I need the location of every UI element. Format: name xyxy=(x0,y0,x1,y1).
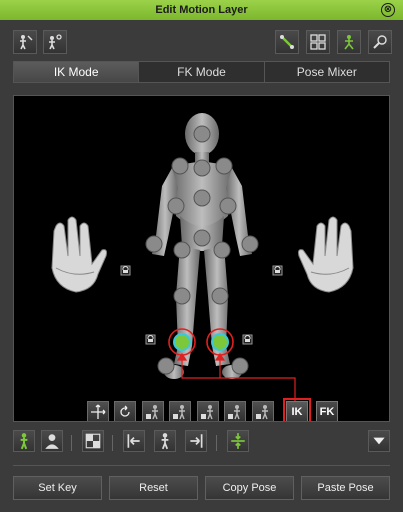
expand-dropdown-button[interactable] xyxy=(368,430,390,452)
lock-icons xyxy=(120,265,283,345)
paste-pose-button[interactable]: Paste Pose xyxy=(301,476,390,500)
grid-select-icon xyxy=(310,34,326,50)
body-select-button[interactable] xyxy=(13,430,35,452)
toolbar-divider xyxy=(71,435,72,451)
bone-icon xyxy=(280,35,294,49)
pose-lock-button-5[interactable] xyxy=(252,401,274,421)
bust-icon xyxy=(45,434,59,449)
key-figure-button[interactable] xyxy=(43,30,67,54)
joint-right-upper-arm xyxy=(167,197,185,215)
bone-button[interactable] xyxy=(275,30,299,54)
search-figure-button[interactable] xyxy=(368,30,392,54)
joint-right-shoulder xyxy=(171,157,189,175)
copy-left-button[interactable] xyxy=(123,430,145,452)
left-hand-shape xyxy=(298,216,354,293)
effector-button[interactable] xyxy=(337,30,361,54)
mirror-pose-button[interactable] xyxy=(154,430,176,452)
arrow-to-left-icon xyxy=(127,434,140,448)
mirror-icon xyxy=(85,433,101,449)
joint-right-knee xyxy=(173,287,191,305)
figure-pin-icon xyxy=(20,35,33,50)
figure-effector-icon xyxy=(344,35,354,50)
joint-spine xyxy=(193,229,211,247)
move-icon xyxy=(91,404,106,419)
align-button[interactable] xyxy=(227,430,249,452)
joint-left-hand xyxy=(241,235,259,253)
figure-lock-icon xyxy=(201,405,213,420)
grid-select-button[interactable] xyxy=(306,30,330,54)
close-icon[interactable]: ⊗ xyxy=(381,3,395,17)
figure-lock-icon xyxy=(173,405,185,420)
joint-left-knee xyxy=(211,287,229,305)
toolbar-divider xyxy=(216,435,217,451)
arrow-to-right-icon xyxy=(190,434,203,448)
triangle-down-icon xyxy=(373,437,385,445)
joint-left-upper-arm xyxy=(219,197,237,215)
copy-right-button[interactable] xyxy=(185,430,207,452)
motion-layer-panel: IK Mode FK Mode Pose Mixer IK FK Set Key… xyxy=(0,20,403,512)
window-title: Edit Motion Layer xyxy=(155,4,248,16)
right-hand-shape xyxy=(51,216,107,293)
pin-figure-button[interactable] xyxy=(13,30,37,54)
joint-right-hip xyxy=(173,241,191,259)
mirror-button[interactable] xyxy=(82,430,104,452)
joint-neck xyxy=(193,159,211,177)
tab-fk-mode[interactable]: FK Mode xyxy=(139,62,265,82)
joint-head xyxy=(193,125,211,143)
pose-lock-button-2[interactable] xyxy=(169,401,191,421)
bust-select-button[interactable] xyxy=(41,430,63,452)
figure-lock-icon xyxy=(256,405,268,420)
figure-lock-icon xyxy=(228,405,240,420)
window-titlebar: Edit Motion Layer ⊗ xyxy=(0,0,403,20)
figure-key-icon xyxy=(49,34,62,50)
body-figure-icon xyxy=(20,433,28,450)
joint-chest xyxy=(193,189,211,207)
search-figure-icon xyxy=(373,35,387,49)
pose-lock-button-1[interactable] xyxy=(142,401,164,421)
divider-line xyxy=(13,465,390,466)
rotate-tool-button[interactable] xyxy=(114,401,136,421)
figure-mirror-icon xyxy=(161,433,169,450)
joint-left-hip xyxy=(213,241,231,259)
mode-tabs: IK Mode FK Mode Pose Mixer xyxy=(13,61,390,83)
toolbar-divider xyxy=(112,435,113,451)
body-viewport: IK FK xyxy=(13,95,390,422)
joint-left-shoulder xyxy=(215,157,233,175)
joint-left-toe xyxy=(231,357,249,375)
rotate-icon xyxy=(120,405,130,417)
copy-pose-button[interactable]: Copy Pose xyxy=(205,476,294,500)
joint-right-toe xyxy=(157,357,175,375)
tab-ik-mode[interactable]: IK Mode xyxy=(14,62,140,82)
reset-button[interactable]: Reset xyxy=(109,476,198,500)
tab-pose-mixer[interactable]: Pose Mixer xyxy=(264,62,389,82)
set-key-button[interactable]: Set Key xyxy=(13,476,102,500)
pose-lock-button-4[interactable] xyxy=(224,401,246,421)
figure-lock-icon xyxy=(146,405,158,420)
character-figure xyxy=(51,113,354,412)
pose-lock-button-3[interactable] xyxy=(197,401,219,421)
move-tool-button[interactable] xyxy=(87,401,109,421)
fk-mode-button[interactable]: FK xyxy=(316,401,338,421)
joint-right-hand xyxy=(145,235,163,253)
align-center-icon xyxy=(231,433,245,449)
ik-mode-button[interactable]: IK xyxy=(283,398,311,421)
